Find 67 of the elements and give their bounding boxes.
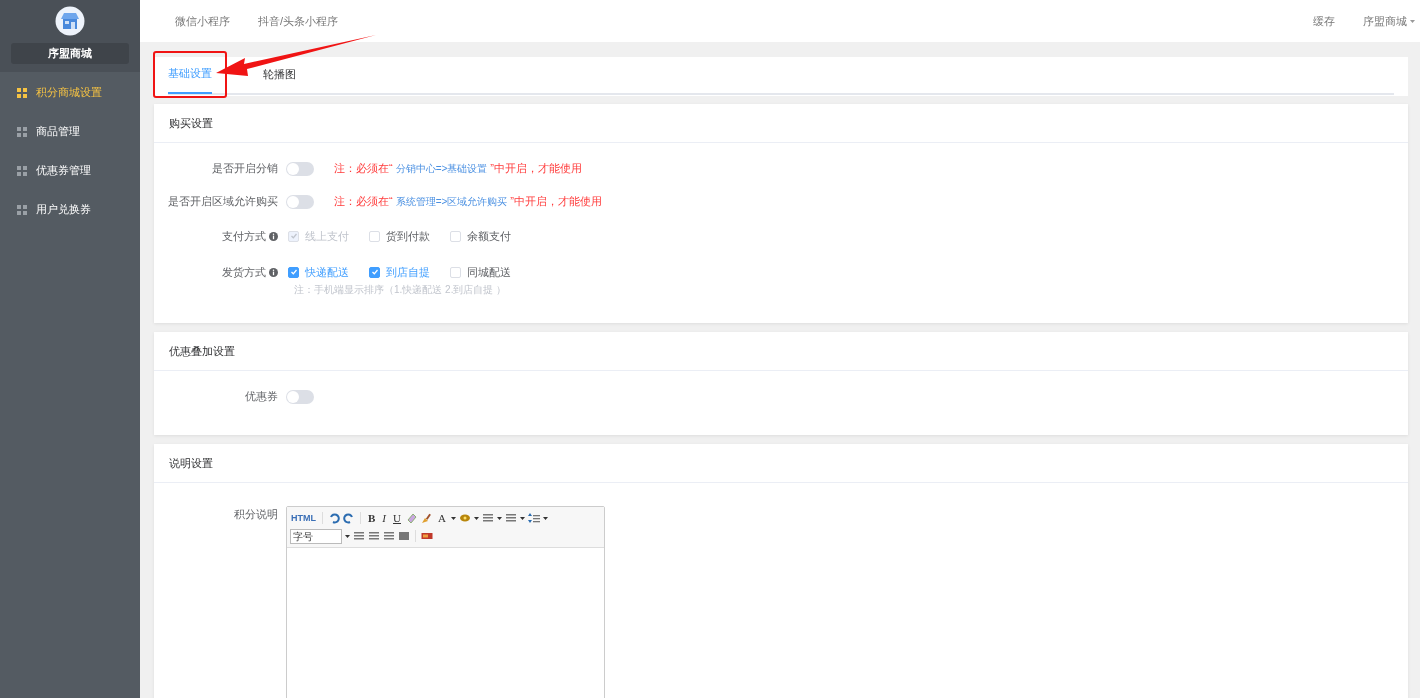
toolbar-button[interactable]: B: [366, 510, 378, 527]
checkbox-label: 线上支付: [305, 228, 349, 244]
caret-icon: [345, 534, 350, 538]
tab[interactable]: 轮播图: [263, 65, 296, 95]
grid-icon: [17, 165, 27, 176]
field-label: 是否开启区域允许购买: [168, 194, 278, 210]
checkbox[interactable]: [369, 266, 380, 278]
info-icon: [269, 231, 278, 241]
toggle-switch[interactable]: [286, 194, 314, 209]
caret-icon: [496, 516, 502, 520]
rich-text-editor[interactable]: HTML B I U A 字号: [286, 506, 605, 698]
toolbar-button[interactable]: I: [380, 510, 388, 527]
settings-link[interactable]: 系统管理=>区域允许购买: [395, 196, 508, 208]
card-title: 说明设置: [169, 455, 213, 471]
checkbox-label: 同城配送: [467, 264, 511, 280]
sidebar-item[interactable]: 优惠券管理: [0, 151, 140, 190]
field-label: 发货方式: [222, 264, 266, 280]
align-center-icon[interactable]: [368, 530, 380, 542]
field-label: 优惠券: [245, 389, 278, 405]
align-right-icon[interactable]: [383, 530, 395, 542]
card-title: 优惠叠加设置: [169, 343, 235, 359]
justify-icon[interactable]: [398, 530, 410, 542]
checkbox-label: 货到付款: [386, 228, 430, 244]
sidebar-item[interactable]: 积分商城设置: [0, 73, 140, 112]
caret-icon: [519, 516, 525, 520]
toggle-switch[interactable]: [286, 389, 314, 404]
grid-icon: [17, 204, 27, 215]
info-icon: [269, 267, 278, 277]
toolbar-button[interactable]: A: [435, 510, 448, 527]
align-left-icon[interactable]: [353, 530, 365, 542]
image-icon[interactable]: [421, 530, 433, 542]
sidebar-item[interactable]: 用户兑换券: [0, 190, 140, 229]
grid-icon: [17, 87, 27, 98]
numbered-list-icon[interactable]: [481, 512, 494, 525]
cache-link[interactable]: 缓存: [1313, 12, 1335, 30]
caret-icon: [450, 516, 456, 520]
sidebar-item[interactable]: 商品管理: [0, 112, 140, 151]
checkbox-label: 余额支付: [467, 228, 511, 244]
checkbox[interactable]: [288, 266, 299, 278]
top-nav-link[interactable]: 微信小程序: [175, 12, 230, 30]
bullet-list-icon[interactable]: [504, 512, 517, 525]
font-size-select[interactable]: 字号: [290, 528, 342, 544]
line-height-icon[interactable]: [527, 512, 540, 525]
grid-icon: [17, 126, 27, 137]
card-title: 购买设置: [169, 115, 213, 131]
account-menu[interactable]: 序盟商城: [1363, 12, 1415, 30]
checkbox-label: 快递配送: [305, 264, 349, 280]
top-nav-link[interactable]: 抖音/头条小程序: [258, 12, 339, 30]
brush-icon[interactable]: [420, 512, 433, 525]
eraser-icon[interactable]: [405, 512, 418, 525]
caret-icon: [1410, 19, 1415, 23]
undo-icon[interactable]: [328, 512, 340, 525]
checkbox-label: 到店自提: [386, 264, 430, 280]
toolbar-button[interactable]: U: [391, 510, 403, 527]
field-label: 是否开启分销: [212, 161, 278, 177]
field-label: 支付方式: [222, 228, 266, 244]
brand-name: 序盟商城: [11, 43, 129, 64]
warning-note: 注：必须在“ 分销中心=>基础设置 ”中开启，才能使用: [334, 161, 583, 177]
toggle-switch[interactable]: [286, 161, 314, 176]
settings-link[interactable]: 分销中心=>基础设置: [395, 163, 488, 175]
caret-icon: [473, 516, 479, 520]
shop-logo-icon: [55, 6, 85, 36]
toolbar-button[interactable]: HTML: [290, 511, 317, 525]
warning-note: 注：必须在“ 系统管理=>区域允许购买 ”中开启，才能使用: [334, 194, 603, 210]
field-label: 积分说明: [234, 507, 278, 522]
redo-icon[interactable]: [343, 512, 355, 525]
caret-icon: [542, 516, 548, 520]
